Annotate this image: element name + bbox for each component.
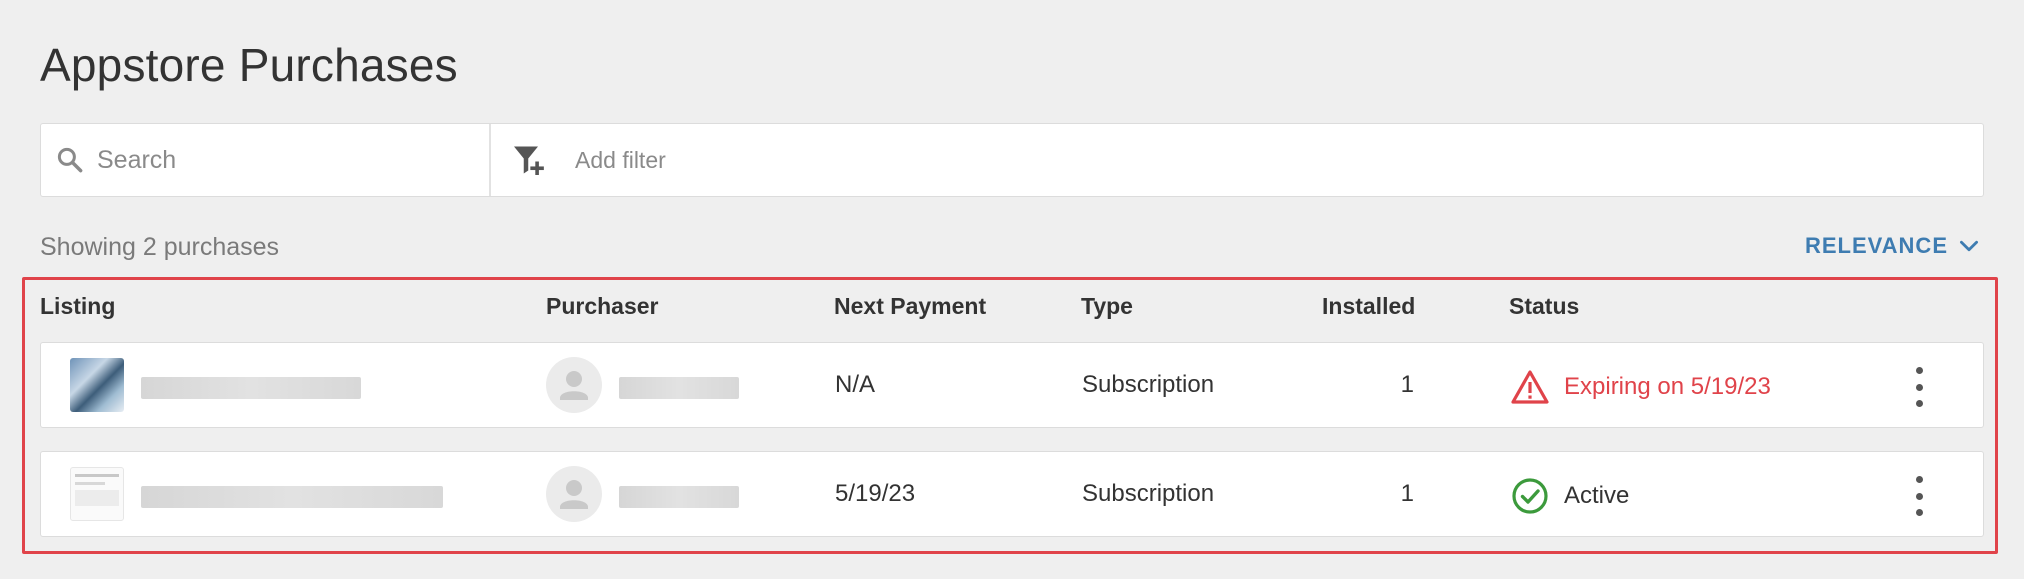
person-icon	[560, 480, 588, 509]
next-payment: N/A	[835, 371, 876, 398]
warning-triangle-icon	[1511, 370, 1549, 404]
purchaser-name-redacted	[619, 486, 739, 508]
add-filter-control[interactable]: Add filter	[491, 124, 666, 196]
status-badge: Expiring on 5/19/23	[1510, 367, 1771, 407]
installed-count: 1	[1400, 480, 1414, 507]
add-filter-label[interactable]: Add filter	[575, 147, 666, 174]
table-header: Listing Purchaser Next Payment Type Inst…	[40, 293, 1984, 327]
check-circle-icon	[1512, 478, 1548, 514]
filter-bar: Add filter	[40, 123, 1984, 197]
listing-thumbnail	[70, 467, 124, 521]
chevron-down-icon	[1960, 240, 1978, 252]
next-payment: 5/19/23	[835, 480, 916, 507]
search-box[interactable]	[41, 124, 491, 196]
person-icon	[560, 371, 588, 400]
status-text: Expiring on 5/19/23	[1564, 373, 1771, 400]
column-purchaser[interactable]: Purchaser	[546, 293, 659, 320]
page-title: Appstore Purchases	[40, 39, 458, 91]
more-vertical-icon[interactable]	[1909, 476, 1929, 516]
avatar	[546, 466, 602, 522]
installed-count: 1	[1400, 371, 1414, 398]
search-icon	[57, 147, 83, 173]
table-row[interactable]: N/A Subscription 1 Expiring on 5/19/23	[40, 342, 1984, 428]
status-badge: Active	[1510, 476, 1629, 516]
column-listing[interactable]: Listing	[40, 293, 115, 320]
appstore-purchases-page: Appstore Purchases Add filter Showing 2 …	[0, 0, 2024, 579]
column-type[interactable]: Type	[1081, 293, 1133, 320]
column-next-payment[interactable]: Next Payment	[834, 293, 986, 320]
table-row[interactable]: 5/19/23 Subscription 1 Active	[40, 451, 1984, 537]
type: Subscription	[1082, 371, 1215, 398]
purchaser-name-redacted	[619, 377, 739, 399]
column-installed[interactable]: Installed	[1322, 293, 1415, 320]
type: Subscription	[1082, 480, 1215, 507]
status-text: Active	[1564, 482, 1630, 509]
add-filter-icon	[514, 146, 544, 175]
column-status[interactable]: Status	[1509, 293, 1579, 320]
listing-name-redacted	[141, 377, 361, 399]
search-input[interactable]	[97, 145, 477, 175]
listing-name-redacted	[141, 486, 443, 508]
listing-thumbnail	[70, 358, 124, 412]
sort-relevance-button[interactable]: RELEVANCE	[1805, 233, 1982, 259]
more-vertical-icon[interactable]	[1909, 367, 1929, 407]
results-count: Showing 2 purchases	[40, 233, 280, 261]
sort-label: RELEVANCE	[1804, 233, 1948, 258]
avatar	[546, 357, 602, 413]
